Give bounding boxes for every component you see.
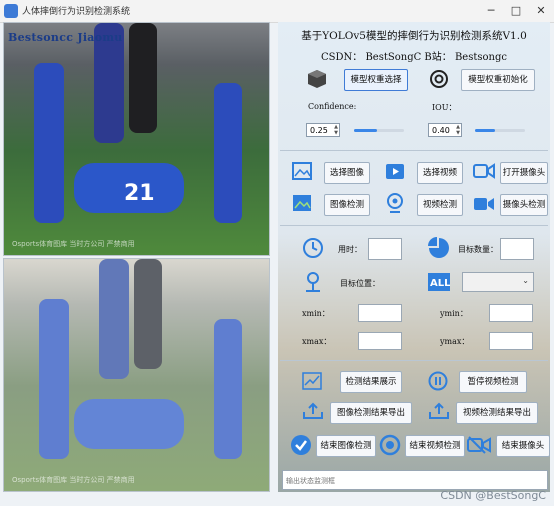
ymax-field — [489, 332, 533, 350]
photo-watermark: Osports体育图库 当时方公司 严禁商用 — [12, 476, 135, 484]
spin-arrows-icon[interactable]: ▲ ▼ — [334, 124, 338, 136]
ymax-label: ymax： — [440, 337, 470, 346]
csdn-watermark: CSDN @BestSongC — [440, 489, 546, 502]
status-output-box: 输出状态监测框 — [282, 470, 548, 490]
confidence-spinbox[interactable]: 0.25 ▲ ▼ — [306, 123, 340, 137]
show-results-button[interactable]: 检测结果展示 — [340, 371, 402, 393]
camera-off-icon — [467, 436, 491, 454]
init-model-button[interactable]: 模型权重初始化 — [461, 69, 535, 91]
original-image-panel: 21 Bestsoncc Jiaomu Osports体育图库 当时方公司 严禁… — [3, 22, 270, 256]
upload-icon — [429, 402, 449, 419]
select-model-button[interactable]: 模型权重选择 — [344, 69, 408, 91]
close-button[interactable]: ✕ — [528, 2, 554, 20]
spin-arrows-icon[interactable]: ▲ ▼ — [456, 124, 460, 136]
minimize-button[interactable]: ─ — [478, 2, 504, 20]
camera-detect-icon — [474, 198, 494, 210]
confidence-slider[interactable] — [354, 129, 404, 132]
upload-icon — [303, 402, 323, 419]
location-pin-icon — [306, 272, 320, 292]
author-info: CSDN： BestSongC B站： Bestsongc — [321, 52, 507, 63]
count-value-field — [500, 238, 534, 260]
detection-image — [4, 259, 269, 491]
xmin-label: xmin： — [302, 309, 330, 318]
count-label: 目标数量： — [458, 245, 498, 254]
maximize-button[interactable]: □ — [503, 2, 529, 20]
select-image-button[interactable]: 选择图像 — [324, 162, 370, 184]
divider — [280, 150, 548, 151]
cube-icon — [308, 70, 326, 88]
confidence-value: 0.25 — [310, 126, 328, 135]
image-detect-icon — [293, 195, 311, 211]
check-circle-icon — [291, 435, 311, 455]
time-value-field — [368, 238, 402, 260]
confidence-label: Confidence: — [308, 102, 357, 111]
title-bar: 人体摔倒行为识别检测系统 ─ □ ✕ — [0, 0, 554, 23]
xmax-label: xmax： — [302, 337, 332, 346]
video-icon — [386, 164, 404, 179]
end-camera-button[interactable]: 结束摄像头 — [496, 435, 550, 457]
end-image-detection-button[interactable]: 结束图像检测 — [316, 435, 376, 457]
pie-chart-icon — [428, 237, 449, 258]
export-image-results-button[interactable]: 图像检测结果导出 — [330, 402, 412, 424]
xmax-field — [358, 332, 402, 350]
input-image: 21 — [4, 23, 269, 255]
svg-text:ALL: ALL — [430, 278, 450, 289]
iou-slider[interactable] — [475, 129, 525, 132]
gear-icon — [430, 70, 448, 88]
pause-icon — [428, 371, 448, 391]
select-video-button[interactable]: 选择视频 — [417, 162, 463, 184]
jersey-number: 21 — [124, 181, 155, 206]
iou-value: 0.40 — [432, 126, 450, 135]
app-window: 人体摔倒行为识别检测系统 ─ □ ✕ 21 Bestsoncc Jiaomu O… — [0, 0, 554, 506]
divider — [280, 225, 548, 226]
app-icon — [4, 4, 18, 18]
ymin-field — [489, 304, 533, 322]
camera-detect-button[interactable]: 摄像头检测 — [500, 194, 548, 216]
open-camera-button[interactable]: 打开摄像头 — [500, 162, 548, 184]
pause-video-button[interactable]: 暂停视频检测 — [459, 371, 527, 393]
app-logo: Bestsoncc Jiaomu — [8, 31, 123, 44]
confidence-slider-fill — [354, 129, 377, 132]
image-detect-button[interactable]: 图像检测 — [324, 194, 370, 216]
result-image-panel: Osports体育图库 当时方公司 严禁商用 — [3, 258, 270, 492]
iou-label: IOU： — [432, 103, 457, 112]
target-select[interactable]: ⌄ — [462, 272, 534, 292]
all-badge-icon: ALL — [428, 273, 450, 291]
position-label: 目标位置： — [340, 279, 380, 288]
iou-spinbox[interactable]: 0.40 ▲ ▼ — [428, 123, 462, 137]
app-title: 基于YOLOv5模型的摔倒行为识别检测系统V1.0 — [301, 30, 527, 42]
divider — [280, 360, 548, 361]
export-video-results-button[interactable]: 视频检测结果导出 — [456, 402, 538, 424]
image-icon — [292, 162, 312, 180]
iou-slider-fill — [475, 129, 495, 132]
line-chart-icon — [302, 372, 322, 390]
video-detect-button[interactable]: 视频检测 — [417, 194, 463, 216]
webcam-icon — [387, 193, 403, 213]
camera-icon — [473, 163, 495, 179]
xmin-field — [358, 304, 402, 322]
window-title: 人体摔倒行为识别检测系统 — [22, 7, 131, 17]
clock-icon — [303, 238, 323, 258]
chevron-down-icon: ⌄ — [522, 276, 529, 285]
time-label: 用时： — [338, 245, 362, 254]
photo-watermark: Osports体育图库 当时方公司 严禁商用 — [12, 240, 135, 248]
end-video-detection-button[interactable]: 结束视频检测 — [405, 435, 465, 457]
control-panel: 基于YOLOv5模型的摔倒行为识别检测系统V1.0 CSDN： BestSong… — [278, 22, 550, 492]
ymin-label: ymin： — [440, 309, 468, 318]
stop-circle-icon — [379, 434, 401, 456]
